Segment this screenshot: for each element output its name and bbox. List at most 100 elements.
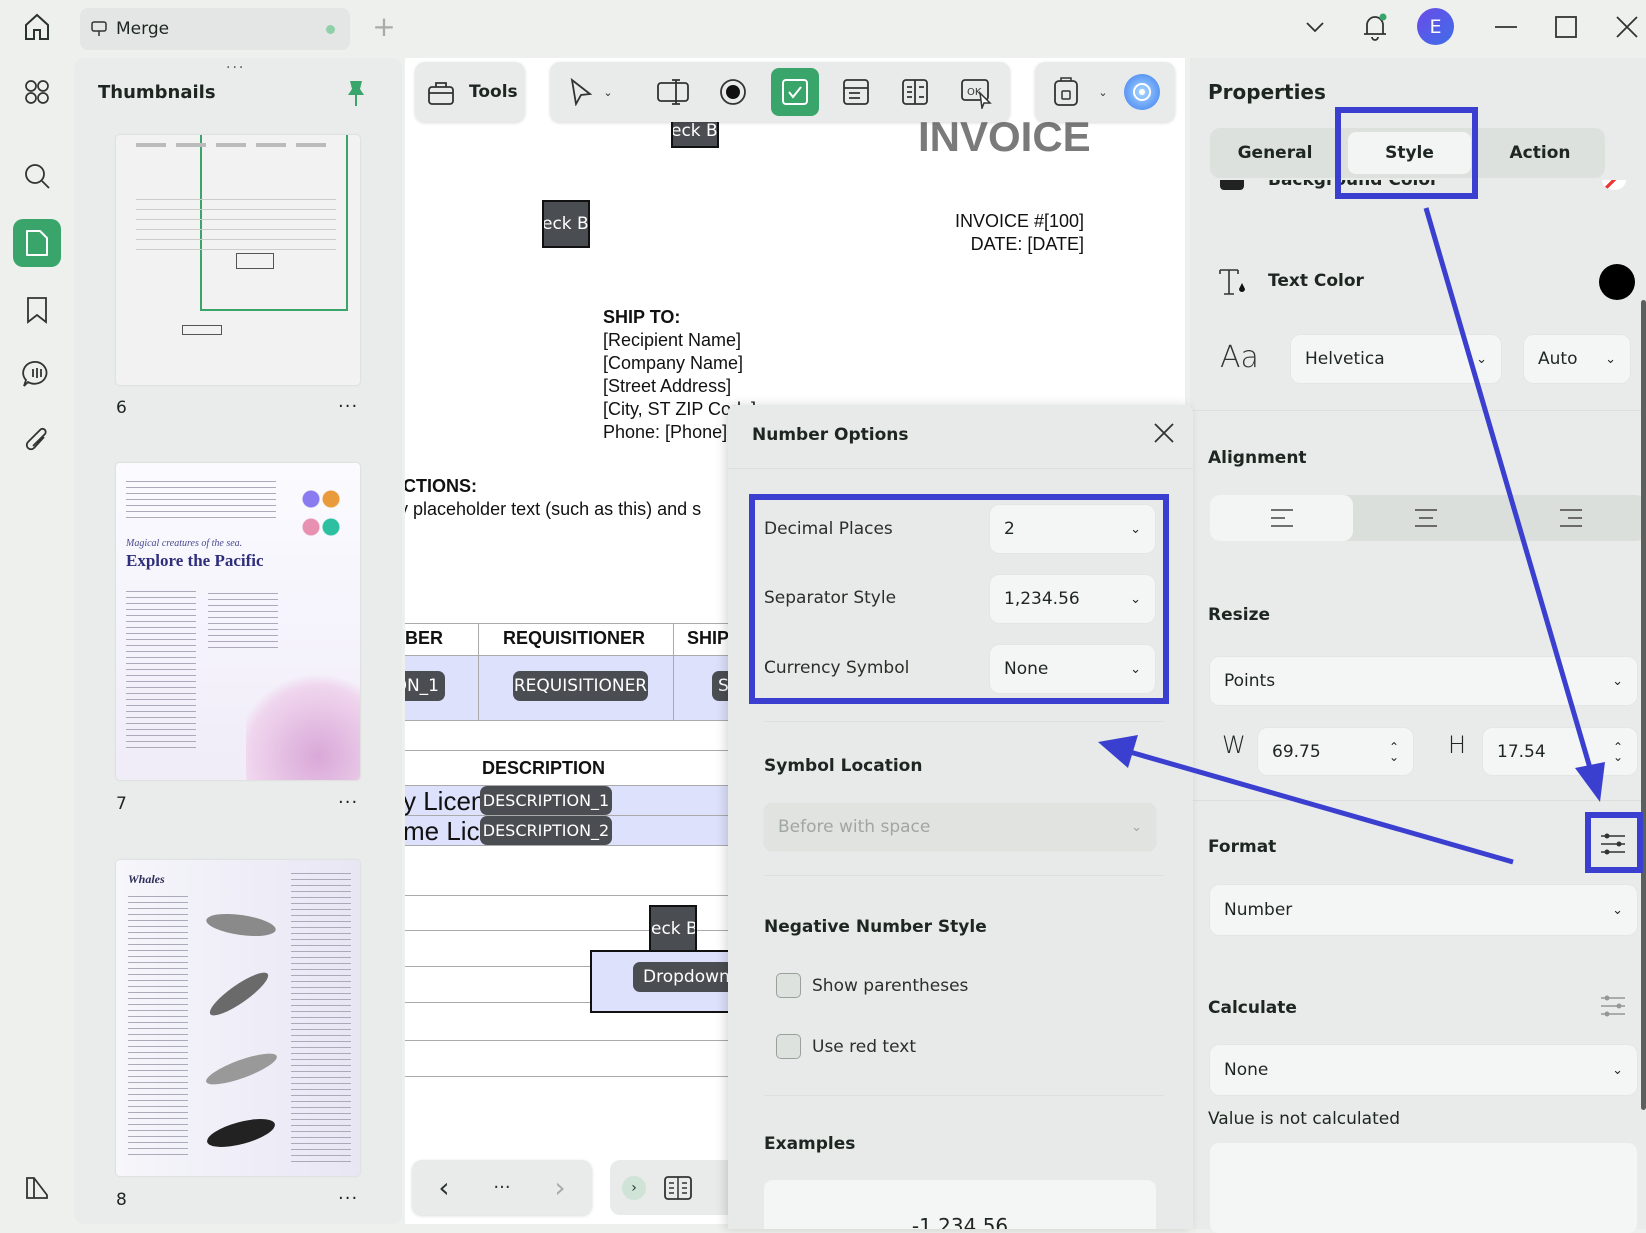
thumbnail-page-7[interactable]: Magical creatures of the sea. Explore th… [116,463,360,780]
maximize-icon[interactable] [1553,14,1579,40]
checkbox-field[interactable]: eck Bo [649,905,697,952]
form-field[interactable]: DESCRIPTION_1 [480,786,612,815]
text-color-swatch[interactable] [1599,264,1635,300]
font-icon: Aa [1220,340,1259,375]
calculate-script-area[interactable] [1210,1143,1637,1233]
chevron-down-icon[interactable]: ⌄ [600,82,616,102]
format-select[interactable]: Number ⌄ [1210,885,1637,935]
decimal-places-label: Decimal Places [764,519,893,539]
scrollbar[interactable] [1641,300,1646,1110]
combo-box-icon[interactable] [841,77,871,107]
align-center-button[interactable] [1353,495,1498,541]
radio-button-icon[interactable] [718,77,748,107]
page-number: 7 [116,794,127,814]
bell-icon[interactable] [1360,10,1390,44]
pin-icon[interactable] [344,78,368,108]
invoice-number: INVOICE #[100] [954,211,1084,231]
tab-style[interactable]: Style [1348,132,1471,174]
currency-symbol-label: Currency Symbol [764,658,910,678]
unsaved-dot [326,25,335,34]
separator-style-select[interactable]: 1,234.56 ⌄ [990,575,1155,623]
use-red-text-checkbox[interactable] [776,1034,801,1059]
paperclip-icon[interactable] [13,417,61,465]
form-field[interactable]: REQUISITIONER [513,671,648,701]
align-left-button[interactable] [1210,495,1353,541]
form-field[interactable]: DESCRIPTION_2 [480,816,612,845]
checkbox-field[interactable]: eck Bo [542,200,590,248]
thumbnail-page-8[interactable]: Whales [116,860,360,1176]
checkbox-tool-icon[interactable] [771,68,819,116]
home-icon[interactable] [20,10,54,44]
thumbnail-page-6[interactable] [116,135,360,385]
sidebar-toggle-icon[interactable] [13,1164,61,1212]
resize-unit-select[interactable]: Points ⌄ [1210,657,1637,705]
align-right-button[interactable] [1498,495,1643,541]
tab-action[interactable]: Action [1475,128,1605,178]
instructions-heading: CTIONS: [405,476,477,496]
number-options-dialog: Number Options Decimal Places 2 ⌄ Separat… [728,405,1193,1229]
format-options-icon[interactable] [1593,823,1633,865]
form-field[interactable]: ON_1 [405,671,445,701]
expand-chevron-icon[interactable]: › [622,1176,646,1200]
document-tab[interactable]: Merge [80,8,350,50]
avatar[interactable]: E [1417,8,1454,45]
show-parentheses-checkbox[interactable] [776,973,801,998]
grid-icon[interactable] [13,68,61,116]
symbol-location-select[interactable]: Before with space ⌄ [764,803,1156,851]
instructions-text: y placeholder text (such as this) and s [405,499,702,519]
close-icon[interactable] [1152,421,1176,445]
select-pointer-icon[interactable] [566,77,596,107]
currency-symbol-select[interactable]: None ⌄ [990,645,1155,693]
tools-group[interactable]: Tools [415,62,525,122]
format-label: Format [1208,837,1277,857]
font-family-select[interactable]: Helvetica ⌄ [1291,335,1501,383]
bookmark-icon[interactable] [13,286,61,334]
font-size-select[interactable]: Auto ⌄ [1524,335,1630,383]
examples-label: Examples [764,1134,856,1154]
list-box-icon[interactable] [900,77,930,107]
form-recognition-icon[interactable] [1051,76,1081,108]
more-options-button[interactable]: ··· [338,1188,358,1209]
view-controls: › [610,1160,728,1215]
comment-icon[interactable] [13,350,61,398]
chevron-down-icon[interactable]: ⌄ [1095,82,1111,102]
search-icon[interactable] [13,152,61,200]
background-color-label: Background Color [1268,180,1439,190]
column-header: BER [405,628,444,648]
page-number: 6 [116,398,127,418]
minimize-icon[interactable] [1493,14,1519,40]
no-color-swatch[interactable] [1602,180,1626,190]
alignment-segmented [1210,495,1646,541]
width-input[interactable]: 69.75 ⌃ ⌄ [1258,728,1413,775]
drag-handle[interactable]: ··· [226,60,245,76]
background-color-row[interactable]: Background Color [1190,180,1646,202]
plus-icon[interactable]: + [370,10,398,43]
column-header: REQUISITIONER [503,628,646,648]
more-options-button[interactable]: ··· [338,792,358,813]
previous-page-button[interactable]: ‹ [432,1171,456,1204]
decimal-places-select[interactable]: 2 ⌄ [990,505,1155,553]
show-parentheses-label: Show parentheses [812,976,969,996]
extra-tools-group: ⌄ [1035,62,1175,122]
ship-to-line: [Street Address] [603,376,732,396]
alignment-label: Alignment [1208,448,1307,468]
close-icon[interactable] [1614,14,1640,40]
text-field-icon[interactable] [656,77,690,107]
page-more-button[interactable]: ··· [487,1172,517,1202]
calculate-options-icon[interactable] [1593,985,1633,1027]
chevron-down-icon[interactable] [1302,14,1328,40]
text-color-icon [1218,266,1248,298]
height-input[interactable]: 17.54 ⌃ ⌄ [1483,728,1637,775]
tab-general[interactable]: General [1210,128,1340,178]
two-page-view-icon[interactable] [662,1173,694,1203]
button-field-icon[interactable]: OK [960,77,992,109]
calculate-select[interactable]: None ⌄ [1210,1045,1637,1095]
properties-panel: Properties General Style Action Backgrou… [1190,58,1646,1233]
form-tools-group: ⌄ OK [550,62,1010,122]
toolbox-icon [427,78,455,106]
more-options-button[interactable]: ··· [338,396,358,417]
next-page-button[interactable]: › [548,1171,572,1204]
page-icon[interactable] [13,219,61,267]
cell-text: y Licen [405,786,486,816]
ai-assistant-icon[interactable] [1124,74,1160,110]
